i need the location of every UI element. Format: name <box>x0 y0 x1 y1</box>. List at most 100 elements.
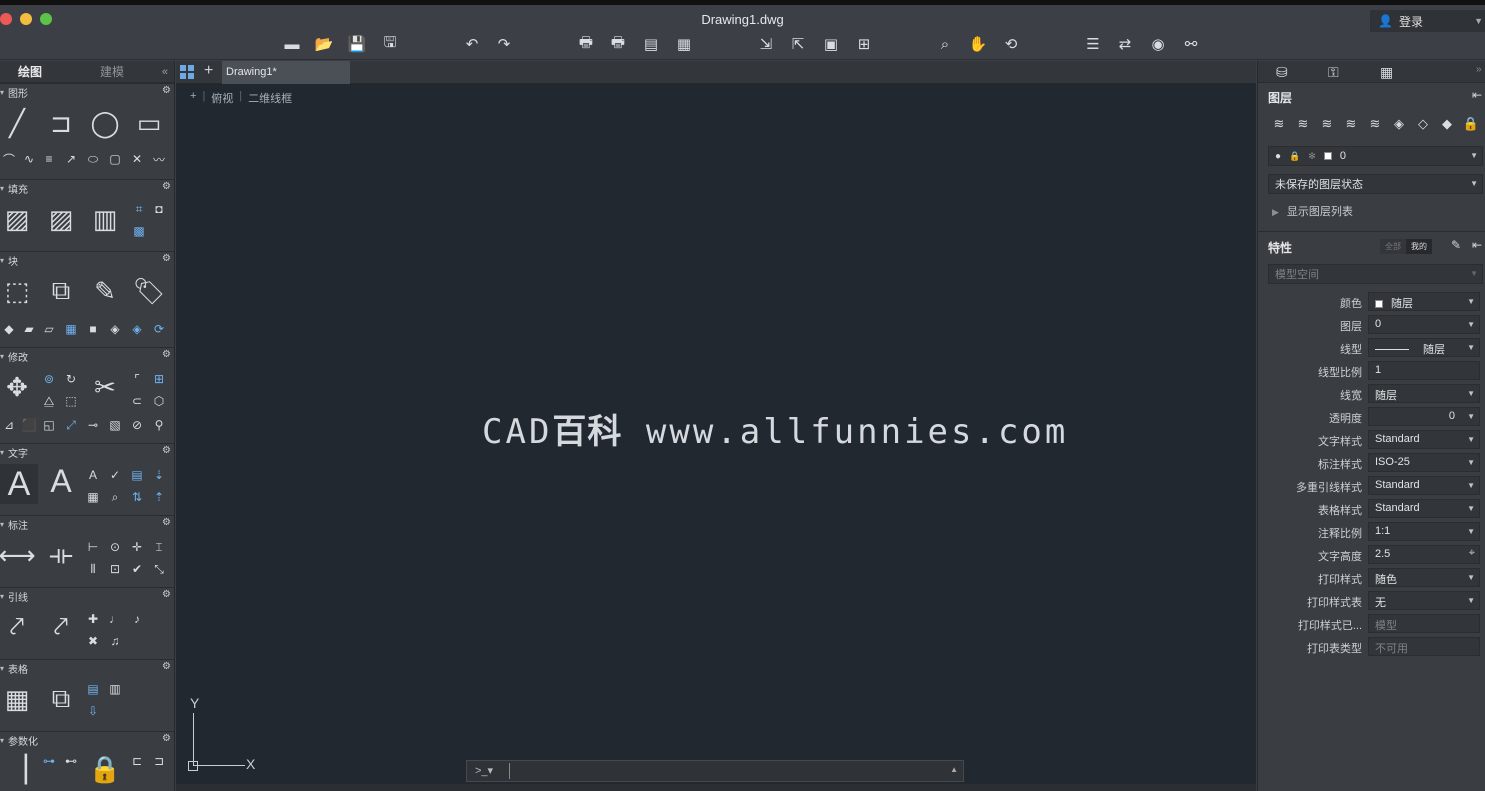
boundary-tool-icon[interactable]: ⌗ <box>130 200 148 218</box>
parameter-manager-icon[interactable]: ⊐ <box>150 752 168 770</box>
match-icon[interactable]: ⇄ <box>1114 33 1136 55</box>
tolerance-icon[interactable]: ⊡ <box>106 560 124 578</box>
plot-style-table-select[interactable]: 无 ▼ <box>1368 591 1480 610</box>
color-select[interactable]: 随层 ▼ <box>1368 292 1480 311</box>
trim-tool-icon[interactable]: ✂ <box>88 370 122 404</box>
open-file-icon[interactable]: 📂 <box>313 33 335 55</box>
rotate-tool-icon[interactable]: ↻ <box>62 370 80 388</box>
attribute-define-icon[interactable]: ◆ <box>0 320 18 338</box>
dimension-edit-icon[interactable]: ⟛ <box>44 538 78 572</box>
leader-edit-icon[interactable]: ⤤ <box>44 610 78 644</box>
geometric-constraint-icon[interactable]: ⊶ <box>40 752 58 770</box>
radius-dimension-icon[interactable]: ⊙ <box>106 538 124 556</box>
copy-tool-icon[interactable]: ⊚ <box>40 370 58 388</box>
3d-box-tool-icon[interactable]: ⬡ <box>150 392 168 410</box>
chevron-up-icon[interactable]: ▲ <box>950 765 958 774</box>
quick-select-icon[interactable]: ✎ <box>1451 238 1461 252</box>
scale-tool-icon[interactable]: ⊿ <box>0 416 18 434</box>
gear-icon[interactable]: ⚙ <box>162 445 171 456</box>
align-leader-icon[interactable]: ♩ <box>106 610 124 628</box>
mtext-tool-icon[interactable]: A <box>0 464 38 504</box>
command-prompt-button[interactable]: >_▾ <box>475 764 493 777</box>
explode-tool-icon[interactable]: ⬛ <box>20 416 38 434</box>
gear-icon[interactable]: ⚙ <box>162 181 171 192</box>
layer-select[interactable]: 0 ▼ <box>1368 315 1480 334</box>
break-tool-icon[interactable]: ⊸ <box>84 416 102 434</box>
wblock-icon[interactable]: ■ <box>84 320 102 338</box>
ellipse-tool-icon[interactable]: ⬭ <box>84 150 102 168</box>
ray-tool-icon[interactable]: ↗ <box>62 150 80 168</box>
hatch-edit-tool-icon[interactable]: ▨ <box>44 202 78 236</box>
delete-constraint-icon[interactable]: ⊏ <box>128 752 146 770</box>
erase-tool-icon[interactable]: ⊘ <box>128 416 146 434</box>
leader-style-icon[interactable]: ♫ <box>106 632 124 650</box>
pick-point-icon[interactable]: ⌖ <box>1469 547 1475 560</box>
text-style-select[interactable]: Standard ▼ <box>1368 430 1480 449</box>
dimension-break-icon[interactable]: ⤡ <box>150 560 168 578</box>
layer-lock-icon[interactable]: 🔒 <box>1462 115 1480 133</box>
attribute-sync-icon[interactable]: ▱ <box>40 320 58 338</box>
save-as-icon[interactable]: 🖫 <box>379 33 401 55</box>
view-cube-label[interactable]: 俯视 <box>211 90 233 106</box>
add-leader-icon[interactable]: ✚ <box>84 610 102 628</box>
offset-tool-icon[interactable]: ⊂ <box>128 392 146 410</box>
new-file-icon[interactable]: ▬ <box>281 33 303 55</box>
center-mark-icon[interactable]: ✛ <box>128 538 146 556</box>
text-edit-tool-icon[interactable]: A <box>44 463 78 499</box>
rounded-rect-tool-icon[interactable]: ▢ <box>106 150 124 168</box>
hatch-tool-icon[interactable]: ▨ <box>0 202 34 236</box>
move-tool-icon[interactable]: ✥ <box>0 370 34 404</box>
text-search-icon[interactable]: ⌕ <box>106 488 124 506</box>
join-tool-icon[interactable]: ▧ <box>106 416 124 434</box>
publish-icon[interactable]: ▦ <box>673 33 695 55</box>
spell-check-icon[interactable]: ✓ <box>106 466 124 484</box>
new-tab-button[interactable]: + <box>204 62 213 80</box>
text-style-icon[interactable]: ▤ <box>128 466 146 484</box>
table-style-icon[interactable]: ▤ <box>84 680 102 698</box>
chamfer-tool-icon[interactable]: ◱ <box>40 416 58 434</box>
command-input[interactable] <box>509 763 939 779</box>
expand-panel-icon[interactable]: » <box>1476 64 1482 75</box>
extend-tool-icon[interactable]: ⤢ <box>62 416 80 434</box>
render-icon[interactable]: ◉ <box>1147 33 1169 55</box>
pdf-text-icon[interactable]: ⇣ <box>150 466 168 484</box>
drawing-canvas[interactable]: + | 俯视 | 二维线框 CAD百科 www.allfunnies.com Y… <box>176 84 1256 784</box>
annotation-scale-select[interactable]: 1:1 ▼ <box>1368 522 1480 541</box>
gear-icon[interactable]: ⚙ <box>162 349 171 360</box>
filter-all-button[interactable]: 全部 <box>1380 239 1406 254</box>
export-icon[interactable]: ⇱ <box>787 33 809 55</box>
stretch-tool-icon[interactable]: ⬚ <box>62 392 80 410</box>
network-icon[interactable]: ⚯ <box>1180 33 1202 55</box>
xline-tool-icon[interactable]: ✕ <box>128 150 146 168</box>
transparency-slider[interactable]: 0 ▼ <box>1368 407 1480 426</box>
show-layer-list-toggle[interactable]: ▶ 显示图层列表 <box>1272 203 1353 219</box>
properties-icon[interactable]: ☰ <box>1082 33 1104 55</box>
delete-layer-icon[interactable]: ≋ <box>1294 115 1312 133</box>
polyline-tool-icon[interactable]: ⊐ <box>44 106 78 140</box>
block-attribute-icon[interactable]: 🏷 <box>132 274 166 308</box>
login-button[interactable]: 👤 登录 ▼ <box>1370 10 1485 32</box>
gear-icon[interactable]: ⚙ <box>162 733 171 744</box>
baseline-dimension-icon[interactable]: ⫴ <box>84 560 102 578</box>
attribute-edit-icon[interactable]: ▰ <box>20 320 38 338</box>
data-extract-icon[interactable]: ⇩ <box>84 702 102 720</box>
find-replace-icon[interactable]: ▦ <box>84 488 102 506</box>
tab-draw[interactable]: 绘图 <box>0 63 60 80</box>
layer-previous-icon[interactable]: ≋ <box>1366 115 1384 133</box>
orbit-icon[interactable]: ⟲ <box>1000 33 1022 55</box>
dim-style-select[interactable]: ISO-25 ▼ <box>1368 453 1480 472</box>
section-header-leader[interactable]: 引线 ⚙ <box>0 588 175 604</box>
line-tool-icon[interactable]: ╱ <box>0 106 34 140</box>
current-layer-select[interactable]: ● 🔒 ✻ 0 ▼ <box>1268 146 1483 166</box>
rectangle-tool-icon[interactable]: ▭ <box>132 106 166 140</box>
section-header-block[interactable]: 块⚙ <box>0 252 175 268</box>
page-setup-icon[interactable]: ▤ <box>640 33 662 55</box>
section-header-parametric[interactable]: 参数化 ⚙ <box>0 732 175 748</box>
constraint-bar-icon[interactable]: ⊷ <box>62 752 80 770</box>
layer-state-select[interactable]: 未保存的图层状态 ▼ <box>1268 174 1483 194</box>
brush-tool-icon[interactable]: ⚲ <box>150 416 168 434</box>
section-header-fill[interactable]: 填充 ⚙ <box>0 180 175 196</box>
gear-icon[interactable]: ⚙ <box>162 589 171 600</box>
circle-tool-icon[interactable]: ◯ <box>88 106 122 140</box>
text-scale-icon[interactable]: ⇅ <box>128 488 146 506</box>
